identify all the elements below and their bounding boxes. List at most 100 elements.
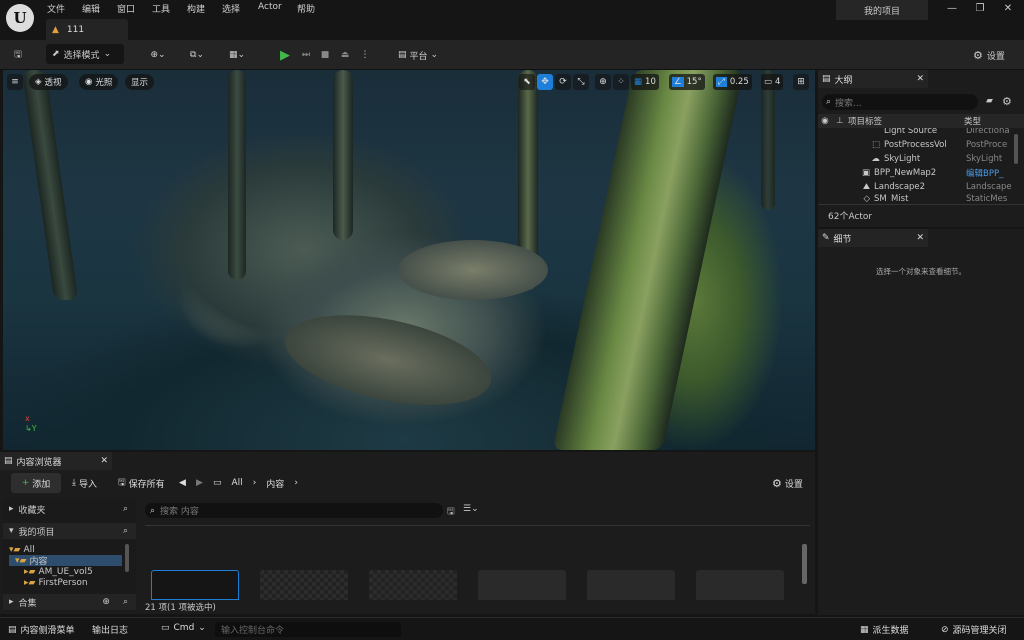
- show-button[interactable]: 显示: [125, 74, 155, 90]
- outliner-row[interactable]: ▣ BPP_NewMap2 编辑BPP_: [818, 166, 1024, 180]
- eject-icon[interactable]: ⏏: [338, 45, 352, 65]
- stop-icon[interactable]: ■: [318, 45, 332, 65]
- collections-section[interactable]: ▸ 合集 ⊕ ⌕: [3, 594, 136, 610]
- asset-tile[interactable]: [696, 570, 784, 600]
- content-browser-tab[interactable]: ▤ 内容浏览器 ✕: [0, 452, 112, 470]
- content-settings-button[interactable]: ⚙ 设置: [772, 473, 803, 493]
- menu-help[interactable]: 帮助: [297, 2, 315, 15]
- viewport-menu-icon[interactable]: ≡: [7, 74, 23, 90]
- tree-item-content[interactable]: ▾▰ 内容: [9, 555, 122, 567]
- level-viewport[interactable]: ≡ ◈ 透视 ◉ 光照 显示 ⬉ ✥ ⟳ ⤡ ⊕ ⁘ ▦ 10 ∠ 15° ⤢ …: [3, 70, 815, 450]
- menu-edit[interactable]: 编辑: [82, 2, 100, 15]
- column-label-header[interactable]: 项目标签: [848, 115, 964, 127]
- scale-tool-icon[interactable]: ⤡: [573, 74, 589, 90]
- camera-speed-button[interactable]: ▭ 4: [761, 74, 784, 90]
- viewport-layout-icon[interactable]: ⊞: [793, 74, 809, 90]
- search-icon[interactable]: ⌕: [123, 526, 128, 536]
- more-options-icon[interactable]: ⋮: [360, 45, 370, 65]
- asset-tile[interactable]: [369, 570, 457, 600]
- select-mode-dropdown[interactable]: ⬈ 选择模式 ⌄: [46, 44, 124, 64]
- asset-tile[interactable]: [478, 570, 566, 600]
- outliner-row[interactable]: ⬚ PostProcessVol PostProce: [818, 138, 1024, 152]
- source-control-button[interactable]: ⊘ 源码管理关闭: [941, 623, 1007, 637]
- add-collection-icon[interactable]: ⊕: [102, 597, 110, 607]
- scale-snap-button[interactable]: ⤢ 0.25: [713, 74, 752, 90]
- import-button[interactable]: ⤓ 导入: [72, 473, 97, 493]
- menu-window[interactable]: 窗口: [117, 2, 135, 15]
- restore-icon[interactable]: ❐: [973, 3, 987, 17]
- close-window-icon[interactable]: ✕: [1001, 3, 1015, 17]
- save-icon[interactable]: 🖫: [10, 45, 26, 65]
- rotation-snap-value: 15°: [686, 77, 702, 87]
- menu-build[interactable]: 构建: [187, 2, 205, 15]
- unreal-logo-icon[interactable]: U: [6, 4, 34, 32]
- tree-item-folder[interactable]: ▸▰ AM_UE_vol5: [24, 566, 93, 577]
- menu-file[interactable]: 文件: [47, 2, 65, 15]
- content-drawer-button[interactable]: ▤ 内容侧滑菜单: [8, 623, 75, 637]
- derived-data-button[interactable]: ▦ 派生数据: [860, 623, 909, 637]
- visibility-eye-icon[interactable]: ◉: [818, 116, 832, 126]
- rotate-tool-icon[interactable]: ⟳: [555, 74, 571, 90]
- select-tool-icon[interactable]: ⬉: [519, 74, 535, 90]
- gear-icon[interactable]: ⚙: [1002, 95, 1012, 108]
- project-name[interactable]: 我的项目: [836, 0, 928, 20]
- details-tab[interactable]: ✎ 细节 ✕: [818, 229, 928, 247]
- outliner-tab[interactable]: ▤ 大纲 ✕: [818, 70, 928, 88]
- blueprint-icon[interactable]: ⧉⌄: [183, 45, 211, 65]
- surface-snap-icon[interactable]: ⁘: [613, 74, 629, 90]
- outliner-scrollbar[interactable]: [1014, 134, 1018, 164]
- minimize-icon[interactable]: —: [945, 3, 959, 17]
- outliner-row[interactable]: ◇ SM_Mist StaticMes: [818, 194, 1024, 202]
- folder-add-icon[interactable]: ▰: [986, 96, 993, 106]
- tree-scrollbar[interactable]: [125, 544, 129, 572]
- filter-icon[interactable]: ☰⌄: [463, 504, 479, 514]
- save-search-icon[interactable]: 🖫: [447, 504, 455, 520]
- outliner-row[interactable]: ⛰ Landscape2 Landscape: [818, 180, 1024, 194]
- close-icon[interactable]: ✕: [916, 74, 924, 84]
- outliner-row[interactable]: Light Source Directiona: [818, 128, 1024, 136]
- asset-tile[interactable]: [587, 570, 675, 600]
- settings-button[interactable]: ⚙ 设置: [964, 45, 1014, 65]
- column-type-header[interactable]: 类型: [964, 115, 981, 127]
- add-button[interactable]: + 添加: [11, 473, 61, 493]
- play-icon[interactable]: ▶: [278, 45, 292, 65]
- asset-tile-selected[interactable]: [151, 570, 239, 600]
- rotation-snap-button[interactable]: ∠ 15°: [669, 74, 705, 90]
- translate-tool-icon[interactable]: ✥: [537, 74, 553, 90]
- my-project-section[interactable]: ▾ 我的项目 ⌕: [3, 523, 136, 539]
- blueprint-actor-icon: ▣: [861, 168, 870, 178]
- outliner-search-input[interactable]: ⌕ 搜索...: [822, 94, 978, 110]
- search-icon[interactable]: ⌕: [123, 597, 128, 607]
- step-icon[interactable]: ⏭: [299, 45, 313, 65]
- cmd-dropdown[interactable]: ▭ Cmd ⌄: [161, 623, 206, 633]
- pin-icon[interactable]: ⊥: [832, 116, 848, 126]
- back-arrow-icon[interactable]: ◀: [179, 473, 186, 493]
- lit-button[interactable]: ◉ 光照: [79, 74, 119, 90]
- menu-actor[interactable]: Actor: [258, 2, 282, 12]
- content-search-input[interactable]: ⌕ 搜索 内容: [145, 503, 443, 518]
- menu-select[interactable]: 选择: [222, 2, 240, 15]
- save-all-button[interactable]: 🖫 保存所有: [118, 473, 165, 493]
- platform-dropdown[interactable]: ▤ 平台 ⌄: [393, 45, 443, 65]
- asset-tile[interactable]: [260, 570, 348, 600]
- tree-item-folder[interactable]: ▸▰ FirstPerson: [24, 577, 88, 588]
- menu-tools[interactable]: 工具: [152, 2, 170, 15]
- add-actor-icon[interactable]: ⊕⌄: [145, 45, 171, 65]
- cinematics-icon[interactable]: ▦⌄: [224, 45, 250, 65]
- world-space-icon[interactable]: ⊕: [595, 74, 611, 90]
- forward-arrow-icon[interactable]: ▶: [196, 473, 203, 493]
- grid-snap-button[interactable]: ▦ 10: [631, 74, 659, 90]
- console-input[interactable]: 输入控制台命令: [215, 622, 401, 637]
- favorites-section[interactable]: ▸ 收藏夹 ⌕: [3, 501, 136, 517]
- breadcrumb-all[interactable]: All: [232, 478, 243, 488]
- outliner-row[interactable]: ☁ SkyLight SkyLight: [818, 152, 1024, 166]
- level-tab[interactable]: ▲ 111: [46, 19, 128, 40]
- breadcrumb-content[interactable]: 内容: [266, 477, 284, 490]
- output-log-button[interactable]: 输出日志: [92, 623, 128, 636]
- search-icon[interactable]: ⌕: [123, 504, 128, 514]
- close-icon[interactable]: ✕: [100, 456, 108, 466]
- perspective-button[interactable]: ◈ 透视: [29, 74, 68, 90]
- details-panel: ✎ 细节 ✕ 选择一个对象来查看细节。: [818, 229, 1024, 615]
- close-icon[interactable]: ✕: [916, 233, 924, 243]
- asset-scrollbar[interactable]: [802, 544, 807, 584]
